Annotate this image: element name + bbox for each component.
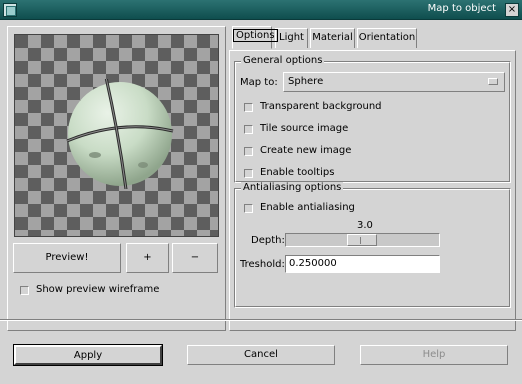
show-wireframe-checkbox[interactable]: Show preview wireframe <box>20 284 210 298</box>
zoom-out-button[interactable]: − <box>172 243 218 273</box>
checkbox-box[interactable] <box>244 125 253 134</box>
dialog-body: Preview! + − Show preview wireframe Opti… <box>0 20 522 384</box>
antialiasing-options-title: Antialiasing options <box>241 182 344 193</box>
window-title: Map to object <box>427 3 496 14</box>
window-menu-icon[interactable] <box>3 3 17 17</box>
checkbox-box[interactable] <box>244 103 253 112</box>
sphere-preview-image <box>66 79 174 189</box>
map-to-label: Map to: <box>240 77 278 88</box>
tile-source-image-checkbox[interactable]: Tile source image <box>244 123 444 137</box>
tab-light[interactable]: Light <box>275 28 308 48</box>
enable-tooltips-label: Enable tooltips <box>260 167 335 178</box>
apply-button[interactable]: Apply <box>13 344 163 366</box>
tile-source-image-label: Tile source image <box>260 123 349 134</box>
options-tab-panel: General options Map to: Sphere Transpare… <box>229 50 516 331</box>
threshold-label: Treshold: <box>240 259 285 270</box>
map-to-value: Sphere <box>288 76 324 87</box>
threshold-input[interactable]: 0.250000 <box>285 255 440 273</box>
tab-orientation[interactable]: Orientation <box>357 28 417 48</box>
general-options-group: General options Map to: Sphere Transpare… <box>234 55 511 183</box>
checkbox-box[interactable] <box>244 169 253 178</box>
dropdown-handle-icon <box>488 78 498 85</box>
preview-panel: Preview! + − Show preview wireframe <box>7 26 226 331</box>
depth-label: Depth: <box>251 235 285 246</box>
close-button[interactable]: × <box>505 3 519 17</box>
general-options-title: General options <box>241 55 325 66</box>
transparent-background-checkbox[interactable]: Transparent background <box>244 101 444 115</box>
help-button[interactable]: Help <box>360 345 508 365</box>
depth-value: 3.0 <box>357 220 373 231</box>
create-new-image-checkbox[interactable]: Create new image <box>244 145 444 159</box>
transparent-background-label: Transparent background <box>260 101 382 112</box>
tab-options-label: Options <box>233 29 278 42</box>
checkbox-box[interactable] <box>20 286 29 295</box>
cancel-button[interactable]: Cancel <box>187 345 335 365</box>
map-to-select[interactable]: Sphere <box>283 72 505 92</box>
enable-tooltips-checkbox[interactable]: Enable tooltips <box>244 167 444 181</box>
show-wireframe-label: Show preview wireframe <box>36 284 160 295</box>
tab-options[interactable]: Options <box>232 26 278 49</box>
create-new-image-label: Create new image <box>260 145 352 156</box>
checkbox-box[interactable] <box>244 204 253 213</box>
tab-material[interactable]: Material <box>310 28 355 48</box>
antialiasing-options-group: Antialiasing options Enable antialiasing… <box>234 182 511 308</box>
enable-antialiasing-label: Enable antialiasing <box>260 202 355 213</box>
enable-antialiasing-checkbox[interactable]: Enable antialiasing <box>244 202 444 216</box>
preview-button[interactable]: Preview! <box>13 243 121 273</box>
title-bar[interactable]: Map to object × <box>0 0 522 20</box>
preview-area <box>14 34 219 237</box>
footer-separator <box>0 319 522 321</box>
checkbox-box[interactable] <box>244 147 253 156</box>
depth-slider[interactable] <box>285 233 440 247</box>
depth-slider-thumb[interactable] <box>347 234 377 246</box>
zoom-in-button[interactable]: + <box>126 243 169 273</box>
